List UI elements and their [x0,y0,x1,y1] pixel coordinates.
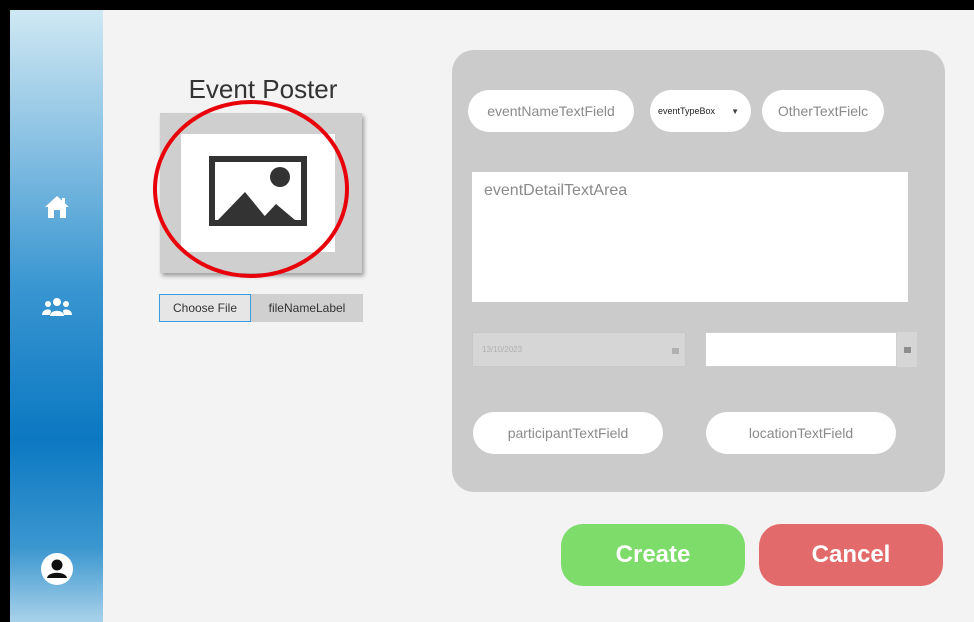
start-date-picker: 13/10/2023 [472,332,686,367]
participant-input[interactable]: participantTextField [473,412,663,454]
location-input[interactable]: locationTextField [706,412,896,454]
sidebar [10,10,103,622]
calendar-icon[interactable] [897,332,917,367]
app-window: Event Poster Choose File fileNameLabel e… [10,10,974,622]
poster-image-area [181,134,335,252]
account-icon[interactable] [10,552,103,586]
users-icon[interactable] [10,294,103,320]
event-type-select[interactable]: eventTypeBox ▼ [650,90,751,132]
start-date-value: 13/10/2023 [482,345,523,354]
home-icon[interactable] [10,192,103,222]
create-button[interactable]: Create [561,524,745,586]
end-date-field[interactable] [705,332,897,367]
dropdown-arrow-icon: ▼ [731,107,739,116]
event-name-input[interactable]: eventNameTextField [468,90,634,132]
poster-image-frame[interactable] [160,113,362,273]
event-detail-textarea[interactable]: eventDetailTextArea [472,172,908,302]
cancel-button[interactable]: Cancel [759,524,943,586]
file-name-label: fileNameLabel [251,294,363,322]
other-input[interactable]: OtherTextFielc [762,90,884,132]
image-placeholder-icon [209,155,307,231]
poster-title: Event Poster [188,74,338,104]
end-date-picker[interactable] [705,332,917,367]
event-type-value: eventTypeBox [658,106,716,116]
choose-file-button[interactable]: Choose File [159,294,251,322]
calendar-icon [665,333,685,368]
